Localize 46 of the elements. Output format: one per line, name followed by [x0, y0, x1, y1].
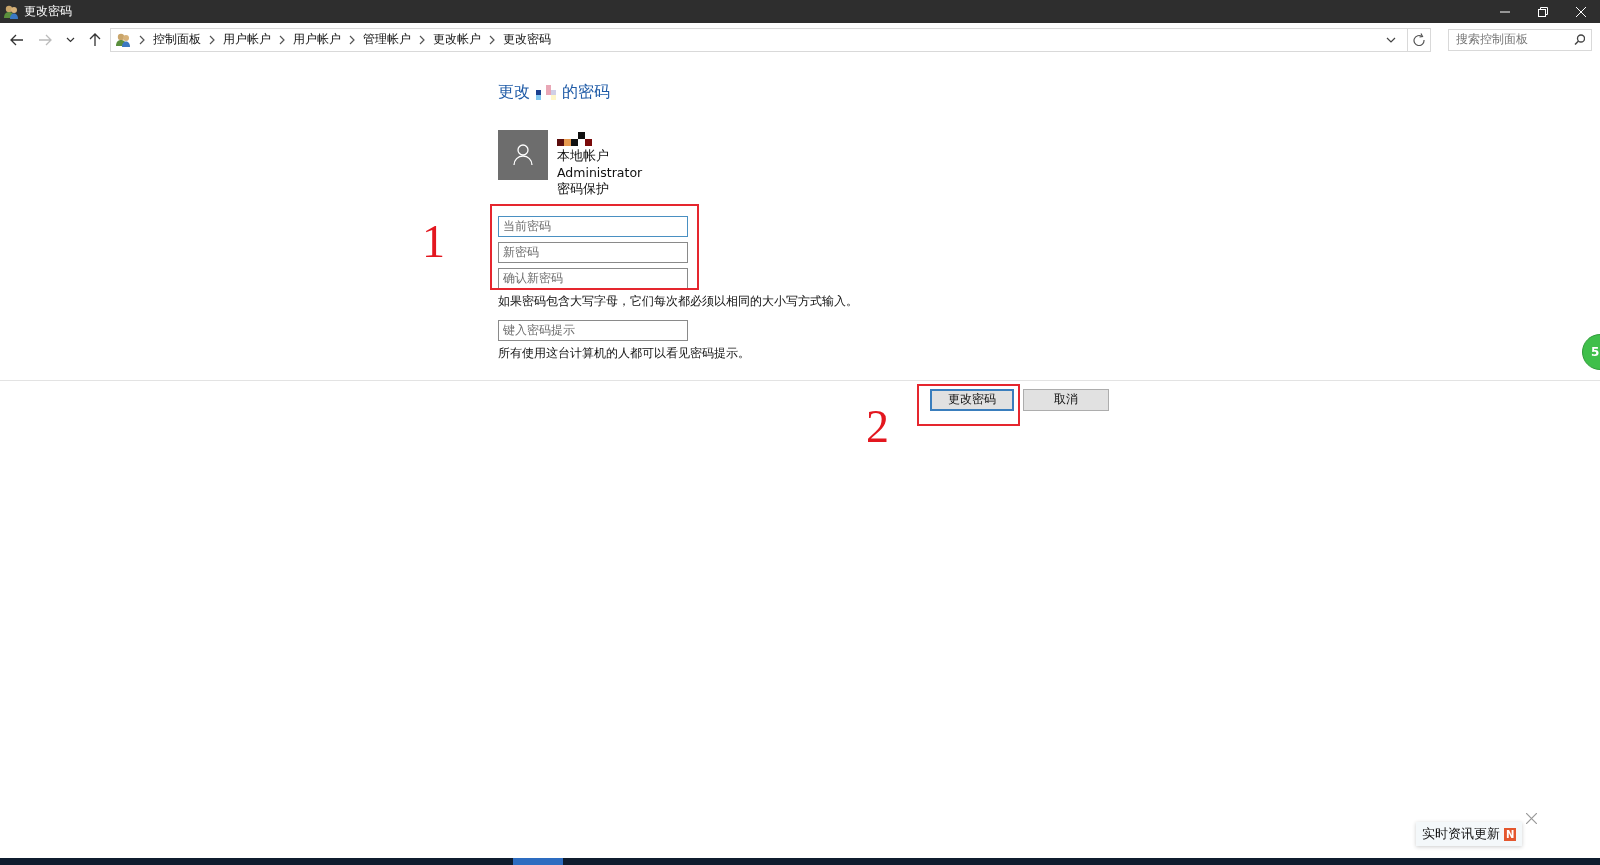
breadcrumb-item[interactable]: 用户帐户: [293, 31, 341, 48]
password-field[interactable]: 新密码: [498, 241, 688, 263]
up-icon[interactable]: [89, 32, 101, 47]
breadcrumb-item[interactable]: 管理帐户: [363, 31, 411, 48]
change-password-button[interactable]: 更改密码: [930, 388, 1014, 411]
cancel-button[interactable]: 取消: [1023, 388, 1109, 411]
refresh-icon: [1413, 33, 1425, 46]
chevron-icon: [348, 34, 356, 45]
breadcrumb-item[interactable]: 更改密码: [503, 31, 551, 48]
address-bar[interactable]: 控制面板 用户帐户 用户帐户 管理帐户 更改帐户 更改密码: [110, 27, 1408, 52]
account-type: 本地帐户: [557, 148, 610, 165]
chevron-icon: [278, 34, 286, 45]
users-icon: [115, 31, 131, 48]
breadcrumb-item[interactable]: 用户帐户: [223, 31, 271, 48]
heading-text: 的密码: [562, 82, 610, 103]
chevron-icon: [488, 34, 496, 45]
account-group: Administrator: [557, 164, 643, 181]
user-icon: [513, 144, 533, 166]
restore-icon[interactable]: [1538, 6, 1548, 17]
app-icon: [3, 3, 19, 20]
new-badge: N: [1504, 827, 1517, 841]
chevron-icon: [208, 34, 216, 45]
dropdown-icon[interactable]: [1386, 36, 1396, 43]
hint-note: 所有使用这台计算机的人都可以看见密码提示。: [498, 344, 750, 362]
heading-text: 更改: [498, 82, 530, 103]
chevron-icon: [138, 34, 146, 45]
chevron-icon: [418, 34, 426, 45]
back-icon[interactable]: [10, 33, 24, 46]
breadcrumb-item[interactable]: 更改帐户: [433, 31, 481, 48]
password-field[interactable]: 确认新密码: [498, 267, 688, 289]
search-field[interactable]: 搜索控制面板: [1448, 28, 1592, 51]
mosaic-drawing: [536, 85, 556, 100]
annotation-number: 2: [866, 404, 889, 450]
account-status: 密码保护: [557, 181, 610, 198]
notification-text: 实时资讯更新: [1422, 825, 1500, 843]
password-field[interactable]: 当前密码: [498, 215, 688, 237]
notification-popup[interactable]: 实时资讯更新 N: [1416, 822, 1523, 846]
dropdown-icon[interactable]: [66, 36, 75, 43]
breadcrumb-item[interactable]: 控制面板: [153, 31, 201, 48]
case-note: 如果密码包含大写字母，它们每次都必须以相同的大小写方式输入。: [498, 292, 858, 310]
refresh-button[interactable]: [1408, 27, 1431, 52]
mosaic-drawing: [557, 132, 592, 146]
window-title: 更改密码: [24, 3, 73, 20]
search-icon: [1574, 34, 1585, 45]
annotation-number: 1: [422, 219, 445, 265]
hint-field[interactable]: 键入密码提示: [498, 319, 688, 341]
